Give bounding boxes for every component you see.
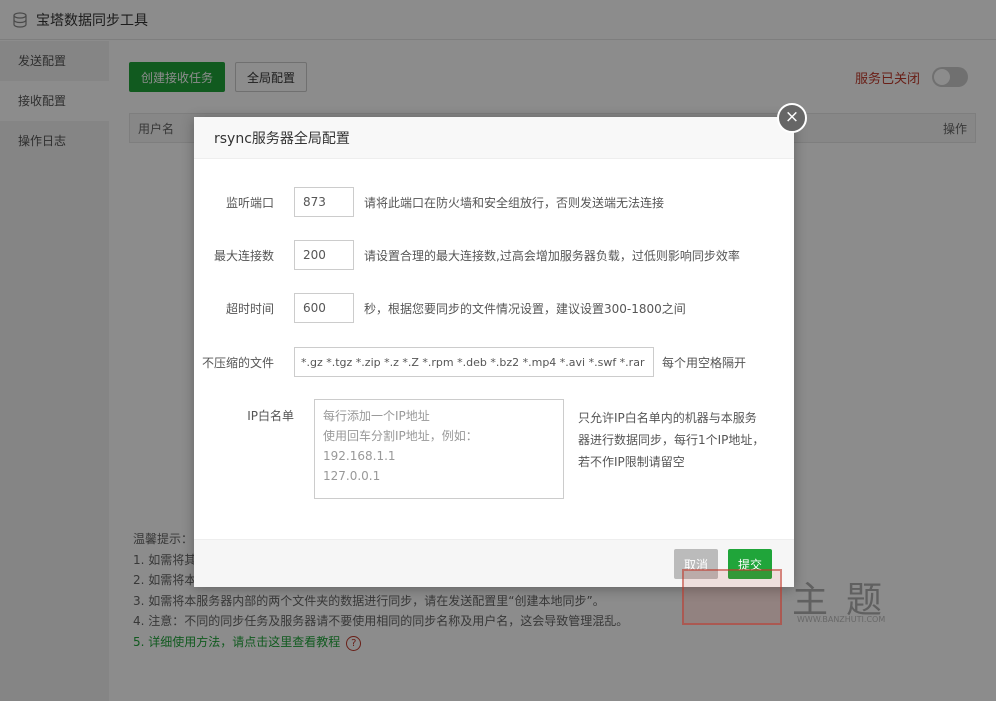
max-connections-hint: 请设置合理的最大连接数,过高会增加服务器负载，过低则影响同步效率 [364,248,740,263]
global-config-dialog: rsync服务器全局配置 监听端口 873 请将此端口在防火墙和安全组放行，否则… [194,117,794,587]
close-icon[interactable]: × [777,103,807,133]
ip-whitelist-note: 只允许IP白名单内的机器与本服务器进行数据同步，每行1个IP地址，若不作IP限制… [578,411,765,469]
watermark-seal [682,569,782,625]
timeout-label: 超时时间 [225,301,274,316]
no-compress-input[interactable]: *.gz *.tgz *.zip *.z *.Z *.rpm *.deb *.b… [294,347,654,377]
watermark-url: WWW.BANZHUTI.COM [797,615,886,624]
port-input[interactable]: 873 [294,187,354,217]
ip-whitelist-textarea[interactable]: 每行添加一个IP地址 使用回车分割IP地址，例如： 192.168.1.1 12… [314,399,564,499]
port-hint: 请将此端口在防火墙和安全组放行，否则发送端无法连接 [364,195,665,210]
dialog-title: rsync服务器全局配置 [194,117,794,159]
max-connections-label: 最大连接数 [213,248,274,263]
max-connections-row: 最大连接数 200 请设置合理的最大连接数,过高会增加服务器负载，过低则影响同步… [194,240,740,270]
no-compress-row: 不压缩的文件 *.gz *.tgz *.zip *.z *.Z *.rpm *.… [194,347,746,377]
ip-placeholder-line: 使用回车分割IP地址，例如： [323,429,478,443]
port-label: 监听端口 [225,195,274,210]
ip-placeholder-line: 127.0.0.1 [323,469,381,483]
ip-placeholder-line: 192.168.1.1 [323,449,396,463]
watermark: 主题 WWW.BANZHUTI.COM [682,569,922,629]
timeout-hint: 秒，根据您要同步的文件情况设置，建议设置300-1800之间 [364,301,686,316]
timeout-row: 超时时间 600 秒，根据您要同步的文件情况设置，建议设置300-1800之间 [194,293,686,323]
ip-placeholder-line: 每行添加一个IP地址 [323,409,430,423]
no-compress-label: 不压缩的文件 [201,355,274,370]
ip-whitelist-label: IP白名单 [247,409,294,423]
no-compress-hint: 每个用空格隔开 [662,355,747,370]
max-connections-input[interactable]: 200 [294,240,354,270]
timeout-input[interactable]: 600 [294,293,354,323]
port-row: 监听端口 873 请将此端口在防火墙和安全组放行，否则发送端无法连接 [194,187,664,217]
